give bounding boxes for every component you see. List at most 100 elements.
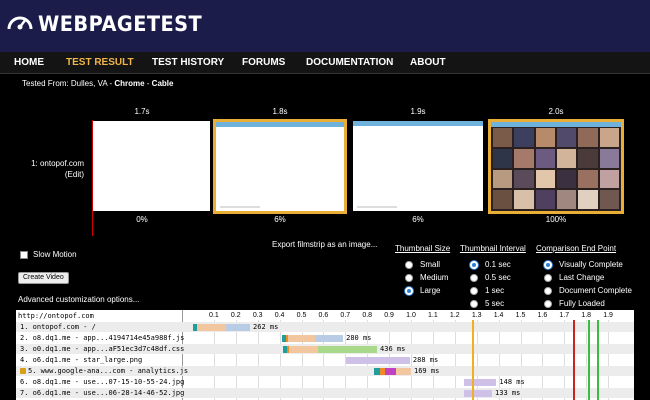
request-duration: 169 ms bbox=[414, 367, 440, 375]
waterfall-tick-label: 1.0 bbox=[406, 312, 416, 319]
timing-marker bbox=[472, 320, 475, 400]
frame-complete: 0% bbox=[136, 215, 148, 224]
radio-button[interactable] bbox=[405, 273, 413, 282]
export-filmstrip-link[interactable]: Export filmstrip as an image... bbox=[272, 240, 377, 249]
frame-time: 1.7s bbox=[134, 107, 150, 116]
frame-time: 1.8s bbox=[272, 107, 288, 116]
radio-button[interactable] bbox=[544, 286, 552, 295]
slow-motion-toggle[interactable]: Slow Motion bbox=[20, 250, 77, 259]
radio-button[interactable] bbox=[470, 286, 478, 295]
nav-test-result[interactable]: TEST RESULT bbox=[66, 57, 134, 68]
option-0-5-sec[interactable]: 0.5 sec bbox=[460, 271, 526, 284]
comparison-end-group: Comparison End Point Visually Complete L… bbox=[536, 244, 632, 310]
waterfall-row[interactable]: 5. www.google-ana...com - analytics.js 16… bbox=[16, 366, 634, 376]
site-name: 1: ontopof.com bbox=[31, 159, 84, 168]
slow-motion-checkbox[interactable] bbox=[20, 250, 28, 259]
radio-button[interactable] bbox=[544, 273, 552, 282]
radio-button[interactable] bbox=[544, 299, 552, 308]
nav-documentation[interactable]: DOCUMENTATION bbox=[306, 57, 393, 68]
nav-home[interactable]: HOME bbox=[14, 57, 44, 68]
radio-button-selected[interactable] bbox=[405, 286, 413, 295]
option-document-complete[interactable]: Document Complete bbox=[536, 284, 632, 297]
filmstrip-frame[interactable] bbox=[488, 119, 624, 214]
waterfall-row[interactable]: 2. o8.dq1.me - app...4194714e45a988f.js 2… bbox=[16, 333, 634, 343]
waterfall-row[interactable]: 3. o0.dq1.me - app...aF51ec3d7c48df.css 4… bbox=[16, 344, 634, 354]
request-timing-segment bbox=[289, 346, 318, 353]
request-label[interactable]: 2. o8.dq1.me - app...4194714e45a988f.js bbox=[20, 334, 184, 342]
request-label[interactable]: 5. www.google-ana...com - analytics.js bbox=[20, 367, 188, 375]
option-label: 0.5 sec bbox=[485, 273, 511, 282]
waterfall-tick-label: 0.7 bbox=[340, 312, 351, 319]
filmstrip-frame[interactable] bbox=[353, 121, 483, 211]
waterfall-tick-label: 0.4 bbox=[274, 312, 285, 319]
logo[interactable]: WEBPAGETEST bbox=[6, 10, 216, 38]
thumbnail-size-group: Thumbnail Size Small Medium Large bbox=[395, 244, 450, 297]
filmstrip-frame[interactable] bbox=[213, 119, 347, 214]
radio-button[interactable] bbox=[405, 260, 413, 269]
request-label[interactable]: 3. o0.dq1.me - app...aF51ec3d7c48df.css bbox=[20, 345, 184, 353]
waterfall-tick-label: 1.6 bbox=[537, 312, 548, 319]
page-footer-bar bbox=[357, 206, 397, 208]
waterfall-tick-label: 0.9 bbox=[384, 312, 394, 319]
request-timing-segment bbox=[314, 335, 344, 342]
radio-button-selected[interactable] bbox=[544, 260, 552, 269]
frame-complete: 6% bbox=[274, 215, 286, 224]
option-label: Visually Complete bbox=[559, 260, 623, 269]
request-timing-segment bbox=[288, 335, 315, 342]
option-medium[interactable]: Medium bbox=[395, 271, 450, 284]
request-label[interactable]: 6. o8.dq1.me - use...07-15-10-55-24.jpg bbox=[20, 378, 184, 386]
filmstrip-site-label: 1: ontopof.com (Edit) bbox=[30, 158, 84, 180]
option-small[interactable]: Small bbox=[395, 258, 450, 271]
option-label: Medium bbox=[420, 273, 449, 282]
radio-button-selected[interactable] bbox=[470, 260, 478, 269]
waterfall-row[interactable]: 6. o8.dq1.me - use...07-15-10-55-24.jpg 1… bbox=[16, 377, 634, 387]
option-1-sec[interactable]: 1 sec bbox=[460, 284, 526, 297]
option-0-1-sec[interactable]: 0.1 sec bbox=[460, 258, 526, 271]
main-nav: HOME TEST RESULT TEST HISTORY FORUMS DOC… bbox=[0, 52, 650, 74]
request-timing-segment bbox=[463, 390, 493, 397]
option-label: Last Change bbox=[559, 273, 605, 282]
edit-link[interactable]: (Edit) bbox=[30, 169, 84, 180]
tested-connection: Cable bbox=[151, 79, 174, 88]
option-visually-complete[interactable]: Visually Complete bbox=[536, 258, 632, 271]
request-label[interactable]: 1. ontopof.com - / bbox=[20, 323, 96, 331]
advanced-options-link[interactable]: Advanced customization options... bbox=[18, 295, 139, 304]
waterfall-tick-label: 1.3 bbox=[471, 312, 482, 319]
option-large[interactable]: Large bbox=[395, 284, 450, 297]
request-timing-segment bbox=[225, 324, 251, 331]
filmstrip-frame[interactable] bbox=[93, 121, 210, 211]
option-fully-loaded[interactable]: Fully Loaded bbox=[536, 297, 632, 310]
waterfall-row[interactable]: 4. o6.dq1.me - star_large.png 288 ms bbox=[16, 355, 634, 365]
waterfall-tick-label: 1.7 bbox=[559, 312, 570, 319]
frame-complete: 100% bbox=[545, 215, 567, 224]
option-last-change[interactable]: Last Change bbox=[536, 271, 632, 284]
speedometer-icon bbox=[7, 16, 33, 30]
waterfall-row[interactable]: 1. ontopof.com - / 262 ms bbox=[16, 322, 634, 332]
nav-test-history[interactable]: TEST HISTORY bbox=[152, 57, 224, 68]
request-duration: 436 ms bbox=[380, 345, 406, 353]
waterfall-tick-label: 1.9 bbox=[603, 312, 613, 319]
request-label[interactable]: 7. o6.dq1.me - use...06-28-14-46-52.jpg bbox=[20, 389, 184, 397]
page-header-bar bbox=[216, 122, 344, 127]
waterfall-row[interactable]: 7. o6.dq1.me - use...06-28-14-46-52.jpg 1… bbox=[16, 388, 634, 398]
thumbnail-interval-group: Thumbnail Interval 0.1 sec 0.5 sec 1 sec… bbox=[460, 244, 526, 310]
frame-time: 2.0s bbox=[548, 107, 564, 116]
waterfall-chart: http://ontopof.com 0.1 0.2 0.3 0.4 0.5 0.6 0.7… bbox=[16, 310, 634, 400]
option-label: 5 sec bbox=[485, 299, 505, 308]
page-footer-bar bbox=[220, 206, 260, 208]
logo-text: WEBPAGETEST bbox=[38, 12, 203, 36]
waterfall-url: http://ontopof.com bbox=[18, 312, 94, 320]
lock-icon bbox=[20, 368, 26, 374]
nav-about[interactable]: ABOUT bbox=[410, 57, 446, 68]
waterfall-tick-label: 0.5 bbox=[296, 312, 307, 319]
radio-button[interactable] bbox=[470, 299, 478, 308]
waterfall-tick-label: 1.5 bbox=[515, 312, 526, 319]
request-duration: 288 ms bbox=[412, 356, 439, 364]
frame-time: 1.9s bbox=[410, 107, 426, 116]
radio-button[interactable] bbox=[470, 273, 478, 282]
option-5-sec[interactable]: 5 sec bbox=[460, 297, 526, 310]
nav-forums[interactable]: FORUMS bbox=[242, 57, 285, 68]
create-video-button[interactable]: Create Video bbox=[18, 272, 69, 284]
slow-motion-label: Slow Motion bbox=[33, 250, 77, 259]
request-label[interactable]: 4. o6.dq1.me - star_large.png bbox=[20, 356, 142, 364]
